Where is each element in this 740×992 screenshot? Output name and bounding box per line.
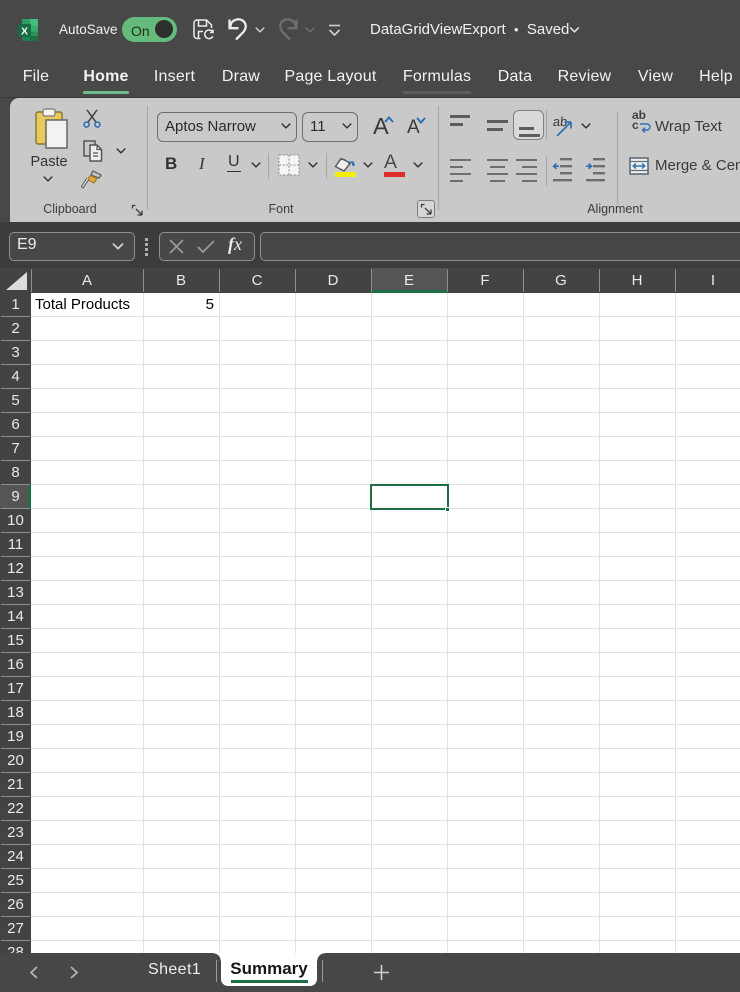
svg-text:X: X bbox=[21, 25, 28, 37]
